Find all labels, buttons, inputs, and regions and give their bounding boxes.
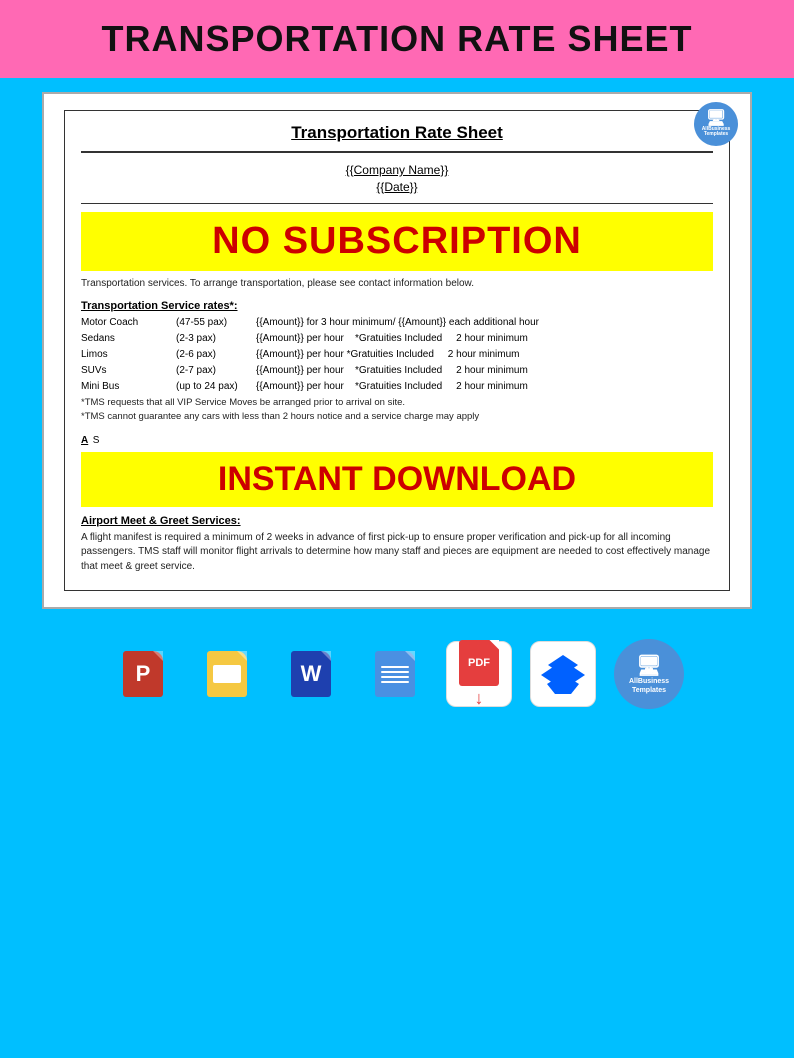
rate-amount: {{Amount}} per hour *Gratuities Included… bbox=[256, 332, 713, 346]
intro-text: Transportation services. To arrange tran… bbox=[81, 277, 713, 292]
page-title: TRANSPORTATION RATE SHEET bbox=[10, 18, 784, 60]
gslides-icon[interactable] bbox=[194, 641, 260, 707]
rate-row: Limos (2-6 pax) {{Amount}} per hour *Gra… bbox=[81, 348, 713, 362]
airport-section: Airport Meet & Greet Services: A flight … bbox=[81, 515, 713, 575]
dropbox-icon[interactable] bbox=[530, 641, 596, 707]
bottom-toolbar: P W PDF ↓ bbox=[0, 623, 794, 723]
gslides-rect bbox=[213, 665, 241, 683]
gslides-box bbox=[207, 651, 247, 697]
ppt-box: P bbox=[123, 651, 163, 697]
rate-amount: {{Amount}} per hour *Gratuities Included… bbox=[256, 364, 713, 378]
gdocs-box bbox=[375, 651, 415, 697]
rate-row: Motor Coach (47-55 pax) {{Amount}} for 3… bbox=[81, 316, 713, 330]
rate-amount: {{Amount}} per hour *Gratuities Included… bbox=[256, 348, 713, 362]
monitor-icon: 🖥 bbox=[706, 111, 726, 127]
footnote-1: *TMS requests that all VIP Service Moves… bbox=[81, 397, 713, 408]
rate-name: Limos bbox=[81, 348, 176, 362]
powerpoint-icon[interactable]: P bbox=[110, 641, 176, 707]
rate-pax: (up to 24 pax) bbox=[176, 380, 256, 394]
additional-heading: A bbox=[81, 435, 88, 446]
additional-section: A S bbox=[81, 430, 713, 448]
airport-heading: Airport Meet & Greet Services: bbox=[81, 515, 713, 527]
services-heading: Transportation Service rates*: bbox=[81, 300, 713, 312]
pdf-inner: PDF ↓ bbox=[459, 640, 499, 709]
allbiz-bottom-icon[interactable]: 🖥 AllBusinessTemplates bbox=[614, 639, 684, 709]
rate-row: Sedans (2-3 pax) {{Amount}} per hour *Gr… bbox=[81, 332, 713, 346]
gdocs-icon[interactable] bbox=[362, 641, 428, 707]
top-banner: TRANSPORTATION RATE SHEET bbox=[0, 0, 794, 78]
rate-name: SUVs bbox=[81, 364, 176, 378]
no-subscription-banner: NO SUBSCRIPTION bbox=[81, 212, 713, 271]
rate-pax: (2-3 pax) bbox=[176, 332, 256, 346]
date-placeholder: {{Date}} bbox=[81, 180, 713, 194]
word-icon[interactable]: W bbox=[278, 641, 344, 707]
ppt-letter: P bbox=[136, 661, 151, 687]
document-title: Transportation Rate Sheet bbox=[81, 123, 713, 143]
rate-amount: {{Amount}} per hour *Gratuities Included… bbox=[256, 380, 713, 394]
pdf-icon[interactable]: PDF ↓ bbox=[446, 641, 512, 707]
company-date-section: {{Company Name}} {{Date}} bbox=[81, 163, 713, 204]
rate-pax: (2-6 pax) bbox=[176, 348, 256, 362]
allbiz-logo-label: AllBusinessTemplates bbox=[702, 127, 731, 138]
dropbox-svg bbox=[540, 651, 586, 697]
rate-name: Mini Bus bbox=[81, 380, 176, 394]
rate-name: Sedans bbox=[81, 332, 176, 346]
additional-blurb: S bbox=[93, 435, 100, 446]
footnote-2: *TMS cannot guarantee any cars with less… bbox=[81, 411, 713, 422]
company-placeholder: {{Company Name}} bbox=[81, 163, 713, 177]
pdf-box: PDF bbox=[459, 640, 499, 686]
word-box: W bbox=[291, 651, 331, 697]
pdf-arrow-icon: ↓ bbox=[475, 688, 484, 709]
dropbox-inner bbox=[540, 651, 586, 697]
allbiz-monitor-icon: 🖥 bbox=[636, 653, 661, 678]
instant-download-banner: INSTANT DOWNLOAD bbox=[81, 452, 713, 507]
document-title-section: Transportation Rate Sheet bbox=[81, 123, 713, 153]
document-container: 🖥 AllBusinessTemplates Transportation Ra… bbox=[42, 92, 752, 609]
allbiz-logo-top: 🖥 AllBusinessTemplates bbox=[694, 102, 738, 146]
rate-pax: (2-7 pax) bbox=[176, 364, 256, 378]
word-letter: W bbox=[301, 661, 322, 687]
rate-amount: {{Amount}} for 3 hour minimum/ {{Amount}… bbox=[256, 316, 713, 330]
rate-pax: (47-55 pax) bbox=[176, 316, 256, 330]
rate-row: Mini Bus (up to 24 pax) {{Amount}} per h… bbox=[81, 380, 713, 394]
rate-row: SUVs (2-7 pax) {{Amount}} per hour *Grat… bbox=[81, 364, 713, 378]
pdf-label: PDF bbox=[468, 657, 490, 669]
allbiz-bottom-label: AllBusinessTemplates bbox=[629, 678, 669, 695]
rate-name: Motor Coach bbox=[81, 316, 176, 330]
airport-text: A flight manifest is required a minimum … bbox=[81, 531, 713, 575]
document-inner: Transportation Rate Sheet {{Company Name… bbox=[64, 110, 730, 591]
